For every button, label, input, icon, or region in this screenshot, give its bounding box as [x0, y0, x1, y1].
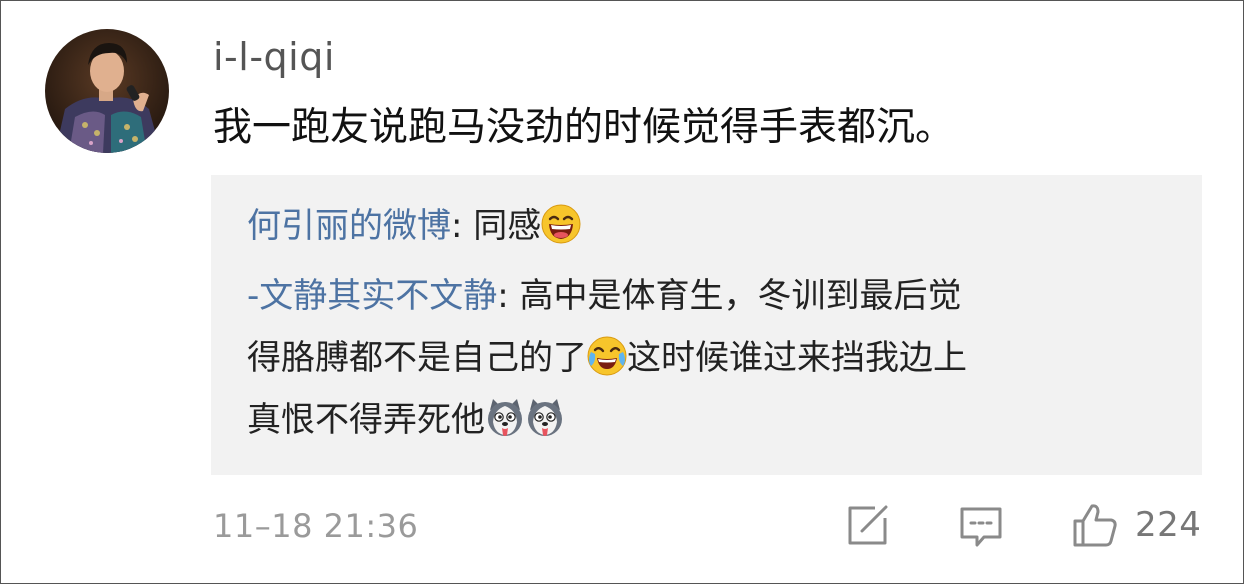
avatar-image: [45, 29, 169, 153]
husky-dog-emoji-icon: [525, 396, 565, 436]
timestamp: 11–18 21:36: [213, 507, 419, 545]
reply-text: 同感: [473, 206, 542, 246]
reply-author-link[interactable]: -文静其实不文静: [247, 276, 497, 316]
like-icon: [1073, 504, 1117, 547]
comment-button[interactable]: [958, 506, 1004, 548]
reply-item: -文静其实不文静: 高中是体育生，冬训到最后觉 得胳膊都不是自己的了 这时候谁过…: [247, 265, 1147, 451]
like-button[interactable]: 224: [1071, 501, 1201, 549]
share-icon: [848, 505, 888, 545]
username[interactable]: i-l-qiqi: [213, 35, 335, 79]
husky-dog-emoji-icon: [485, 396, 525, 436]
reply-text-line1: 高中是体育生，冬训到最后觉: [519, 276, 962, 316]
avatar[interactable]: [45, 29, 169, 153]
share-button[interactable]: [845, 504, 889, 548]
reply-separator: :: [497, 276, 520, 316]
replies-box[interactable]: 何引丽的微博: 同感 -文静其实不文静: 高中是体育生，冬训到最后觉 得胳膊都不…: [211, 175, 1202, 475]
comment-icon: [960, 507, 1002, 547]
reply-item: 何引丽的微博: 同感: [247, 195, 1147, 257]
reply-author-link[interactable]: 何引丽的微博: [247, 206, 451, 246]
crying-laughing-emoji-icon: [587, 334, 627, 376]
laughing-emoji-icon: [541, 202, 581, 244]
reply-text-line2b: 这时候谁过来挡我边上: [627, 338, 967, 378]
comment-card: i-l-qiqi 我一跑友说跑马没劲的时候觉得手表都沉。 何引丽的微博: 同感 …: [0, 0, 1244, 584]
reply-text-line2a: 得胳膊都不是自己的了: [247, 338, 587, 378]
reply-text-line3: 真恨不得弄死他: [247, 400, 485, 440]
reply-separator: :: [451, 206, 474, 246]
like-count: 224: [1135, 505, 1202, 545]
comment-text: 我一跑友说跑马没劲的时候觉得手表都沉。: [213, 105, 955, 150]
